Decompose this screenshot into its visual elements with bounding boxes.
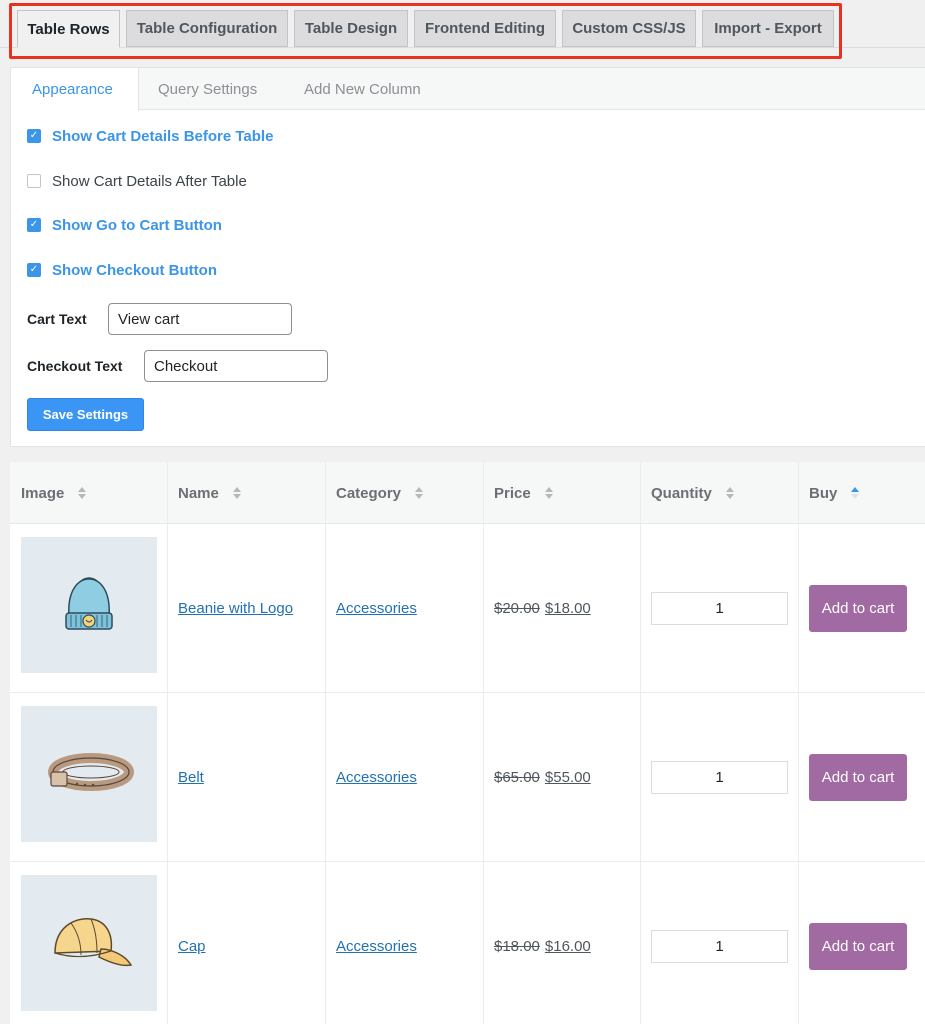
sale-price: $55.00 <box>544 769 591 786</box>
belt-icon <box>48 753 134 791</box>
column-header-image[interactable]: Image <box>21 462 87 524</box>
sort-icon[interactable] <box>232 487 241 499</box>
checkbox-checked-icon[interactable]: ✓ <box>27 263 41 277</box>
checkbox-checked-icon[interactable]: ✓ <box>27 129 41 143</box>
product-image[interactable] <box>21 537 157 673</box>
tab-import-export[interactable]: Import - Export <box>702 10 834 47</box>
column-header-name[interactable]: Name <box>178 462 241 524</box>
column-header-buy[interactable]: Buy <box>809 462 860 524</box>
column-label: Name <box>178 484 219 502</box>
add-to-cart-button[interactable]: Add to cart <box>809 585 907 632</box>
product-name-link[interactable]: Belt <box>178 769 204 786</box>
beanie-icon <box>65 577 113 630</box>
table-header: Image Name Category Price Quantity Buy <box>10 462 925 524</box>
option-cart-before-table[interactable]: ✓ Show Cart Details Before Table <box>27 126 273 146</box>
sale-price: $18.00 <box>544 600 591 617</box>
option-label: Show Cart Details Before Table <box>52 127 274 145</box>
settings-panel: Appearance Query Settings Add New Column… <box>10 67 925 447</box>
table-row: Belt Accessories $65.00 $55.00 1 Add to c… <box>10 693 925 862</box>
cart-text-label: Cart Text <box>27 311 87 327</box>
table-row: Cap Accessories $18.00 $16.00 1 Add to ca… <box>10 862 925 1024</box>
column-label: Buy <box>809 484 838 502</box>
add-to-cart-button[interactable]: Add to cart <box>809 923 907 970</box>
option-label: Show Go to Cart Button <box>52 216 222 234</box>
cart-text-input[interactable] <box>108 303 292 335</box>
column-header-price[interactable]: Price <box>494 462 553 524</box>
tab-frontend-editing[interactable]: Frontend Editing <box>414 10 556 47</box>
cap-icon <box>54 918 133 967</box>
tab-table-configuration[interactable]: Table Configuration <box>126 10 288 47</box>
checkout-text-input[interactable] <box>144 350 328 382</box>
sort-icon[interactable] <box>725 487 734 499</box>
checkbox-checked-icon[interactable]: ✓ <box>27 218 41 232</box>
subtab-query-settings[interactable]: Query Settings <box>158 68 257 111</box>
regular-price: $65.00 <box>494 769 540 786</box>
sale-price: $16.00 <box>544 938 591 955</box>
column-label: Quantity <box>651 484 712 502</box>
category-link[interactable]: Accessories <box>336 600 417 617</box>
quantity-input[interactable]: 1 <box>651 930 788 963</box>
column-header-quantity[interactable]: Quantity <box>651 462 734 524</box>
table-row: Beanie with Logo Accessories $20.00 $18.0… <box>10 524 925 693</box>
category-link[interactable]: Accessories <box>336 938 417 955</box>
column-header-category[interactable]: Category <box>336 462 424 524</box>
column-label: Image <box>21 484 65 502</box>
quantity-input[interactable]: 1 <box>651 761 788 794</box>
quantity-input[interactable]: 1 <box>651 592 788 625</box>
checkout-text-label: Checkout Text <box>27 358 123 374</box>
column-label: Category <box>336 484 402 502</box>
top-tab-bar: Table Rows Table Configuration Table Des… <box>0 0 925 48</box>
product-table: Image Name Category Price Quantity Buy B… <box>10 462 925 1024</box>
regular-price: $18.00 <box>494 938 540 955</box>
checkbox-unchecked-icon[interactable] <box>27 174 41 188</box>
option-label: Show Checkout Button <box>52 261 217 279</box>
option-go-to-cart-button[interactable]: ✓ Show Go to Cart Button <box>27 215 222 235</box>
sub-tab-bar: Appearance Query Settings Add New Column <box>11 68 925 111</box>
sort-icon[interactable] <box>78 487 87 499</box>
option-cart-after-table[interactable]: Show Cart Details After Table <box>27 171 247 191</box>
product-image[interactable] <box>21 875 157 1011</box>
product-name-link[interactable]: Beanie with Logo <box>178 600 293 617</box>
sort-icon[interactable] <box>415 487 424 499</box>
product-name-link[interactable]: Cap <box>178 938 206 955</box>
tab-table-rows[interactable]: Table Rows <box>17 10 120 48</box>
sort-ascending-icon[interactable] <box>851 487 860 499</box>
product-image[interactable] <box>21 706 157 842</box>
category-link[interactable]: Accessories <box>336 769 417 786</box>
subtab-add-new-column[interactable]: Add New Column <box>304 68 421 111</box>
option-label: Show Cart Details After Table <box>52 172 247 190</box>
sort-icon[interactable] <box>544 487 553 499</box>
add-to-cart-button[interactable]: Add to cart <box>809 754 907 801</box>
regular-price: $20.00 <box>494 600 540 617</box>
tab-table-design[interactable]: Table Design <box>294 10 408 47</box>
tab-custom-css-js[interactable]: Custom CSS/JS <box>562 10 696 47</box>
column-label: Price <box>494 484 531 502</box>
save-settings-button[interactable]: Save Settings <box>27 398 144 431</box>
option-checkout-button[interactable]: ✓ Show Checkout Button <box>27 260 217 280</box>
subtab-appearance[interactable]: Appearance <box>11 68 139 111</box>
